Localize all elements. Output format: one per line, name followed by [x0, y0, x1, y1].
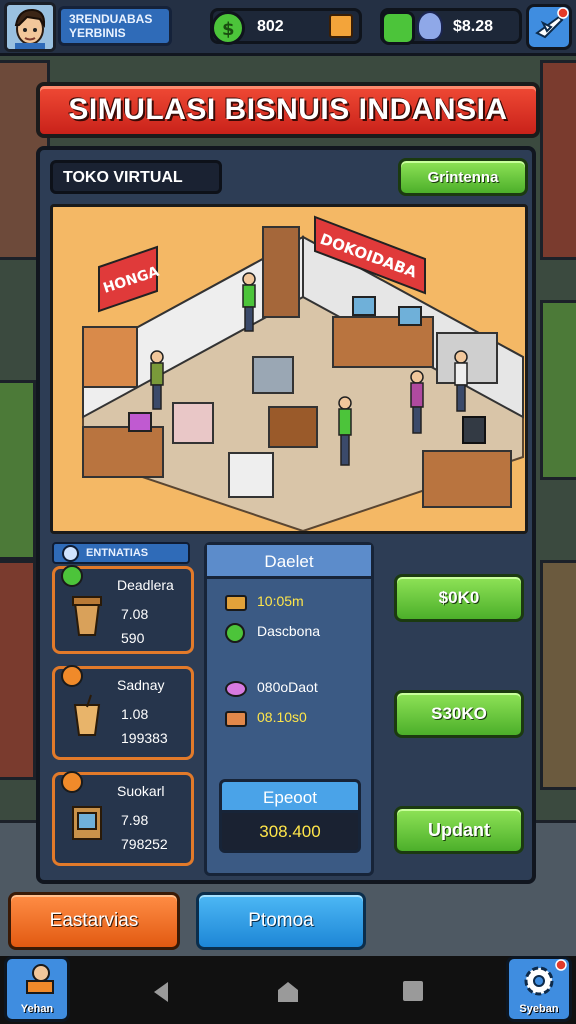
crate-icon	[329, 14, 353, 38]
stat-card-1[interactable]: Deadlera 7.08 590	[52, 565, 194, 654]
detail-row-4: 08.10s0	[225, 709, 307, 731]
detail-row-3-text: 080oDaot	[257, 679, 318, 695]
bread-icon	[225, 711, 247, 727]
stat-card-3-value-2: 798252	[121, 836, 168, 852]
cash-register-icon	[72, 806, 102, 840]
cash-icon: $	[211, 11, 245, 45]
player-name-box[interactable]: 3RENDUABAS YERBINIS	[58, 6, 172, 46]
detail-row-1-text: 10:05m	[257, 593, 304, 609]
map-menu-button[interactable]	[526, 4, 572, 50]
drink-cup-icon	[73, 694, 101, 736]
services-button[interactable]: Eastarvias	[8, 892, 180, 950]
coin-icon	[61, 771, 83, 793]
cash-value: 802	[257, 18, 284, 35]
store-label: TOKO VIRTUAL	[50, 160, 222, 194]
stat-card-2-value-2: 199383	[121, 730, 168, 746]
flower-icon	[225, 681, 247, 697]
expected-value: 308.400	[219, 813, 361, 853]
detail-row-4-text: 08.10s0	[257, 709, 307, 725]
action-button-2[interactable]: S30KO	[394, 690, 524, 738]
gear-icon	[225, 623, 245, 643]
detail-row-3: 080oDaot	[225, 679, 318, 701]
expected-label: Epeoot	[219, 779, 361, 813]
game-title: SIMULASI BISNUIS INDANSIA	[68, 93, 508, 126]
back-icon[interactable]	[150, 980, 172, 1004]
details-header: Daelet	[207, 545, 371, 579]
detail-row-2: Dascbona	[225, 623, 320, 645]
potion-icon	[417, 11, 443, 41]
gear-icon	[524, 959, 567, 996]
avatar[interactable]	[4, 2, 56, 52]
coin-icon	[61, 665, 83, 687]
top-bar: 3RENDUABAS YERBINIS $ 802 $8.28	[0, 0, 576, 56]
character-icon	[26, 964, 54, 994]
svg-text:$: $	[222, 19, 235, 40]
stat-card-1-name: Deadlera	[117, 577, 174, 593]
stat-card-3-value-1: 7.98	[121, 812, 149, 828]
recents-icon[interactable]	[402, 980, 424, 1002]
stat-card-1-value-1: 7.08	[121, 606, 149, 622]
coin-icon	[61, 565, 83, 587]
player-name-line2: YERBINIS	[69, 26, 126, 40]
store-scene[interactable]: HONGA DOKOIDABA	[50, 204, 528, 534]
stat-card-2-name: Sadnay	[117, 677, 165, 693]
stat-card-2-value-1: 1.08	[121, 706, 149, 722]
home-tile-button[interactable]: Yehan	[4, 956, 70, 1022]
potion-resource[interactable]: $8.28	[380, 8, 522, 45]
store-illustration: HONGA DOKOIDABA	[53, 207, 525, 531]
coffee-cup-icon	[72, 596, 102, 636]
entities-label: ENTNATIAS	[86, 547, 149, 559]
entities-icon	[62, 545, 79, 562]
action-button-1[interactable]: $0K0	[394, 574, 524, 622]
header-action-button[interactable]: Grintenna	[398, 158, 528, 196]
stat-card-3-name: Suokarl	[117, 783, 165, 799]
title-banner: SIMULASI BISNUIS INDANSIA	[36, 82, 540, 138]
stat-card-3[interactable]: Suokarl 7.98 798252	[52, 771, 194, 866]
player-name-line1: 3RENDUABAS	[69, 12, 153, 26]
gold-bar-icon	[225, 595, 247, 611]
stat-card-1-value-2: 590	[121, 630, 145, 646]
promo-button[interactable]: Ptomoa	[196, 892, 366, 950]
potion-value: $8.28	[453, 18, 494, 35]
stat-card-2[interactable]: Sadnay 1.08 199383	[52, 665, 194, 760]
settings-tile-button[interactable]: Syeban	[506, 956, 572, 1022]
main-panel: TOKO VIRTUAL Grintenna HONGA DOKOIDABA E…	[36, 146, 536, 884]
update-button[interactable]: Updant	[394, 806, 524, 854]
cash-resource[interactable]: $ 802	[210, 8, 362, 45]
detail-row-1: 10:05m	[225, 593, 304, 615]
player-portrait-icon	[7, 5, 53, 49]
home-icon[interactable]	[276, 980, 300, 1004]
home-tile-label: Yehan	[20, 1003, 54, 1015]
settings-tile-label: Syeban	[519, 1003, 559, 1015]
details-panel: Daelet 10:05m Dascbona 080oDaot 08.10s0 …	[204, 542, 374, 876]
gem-icon	[381, 11, 415, 45]
entities-tag: ENTNATIAS	[52, 542, 190, 564]
detail-row-2-text: Dascbona	[257, 623, 321, 639]
airplane-icon	[535, 7, 569, 39]
